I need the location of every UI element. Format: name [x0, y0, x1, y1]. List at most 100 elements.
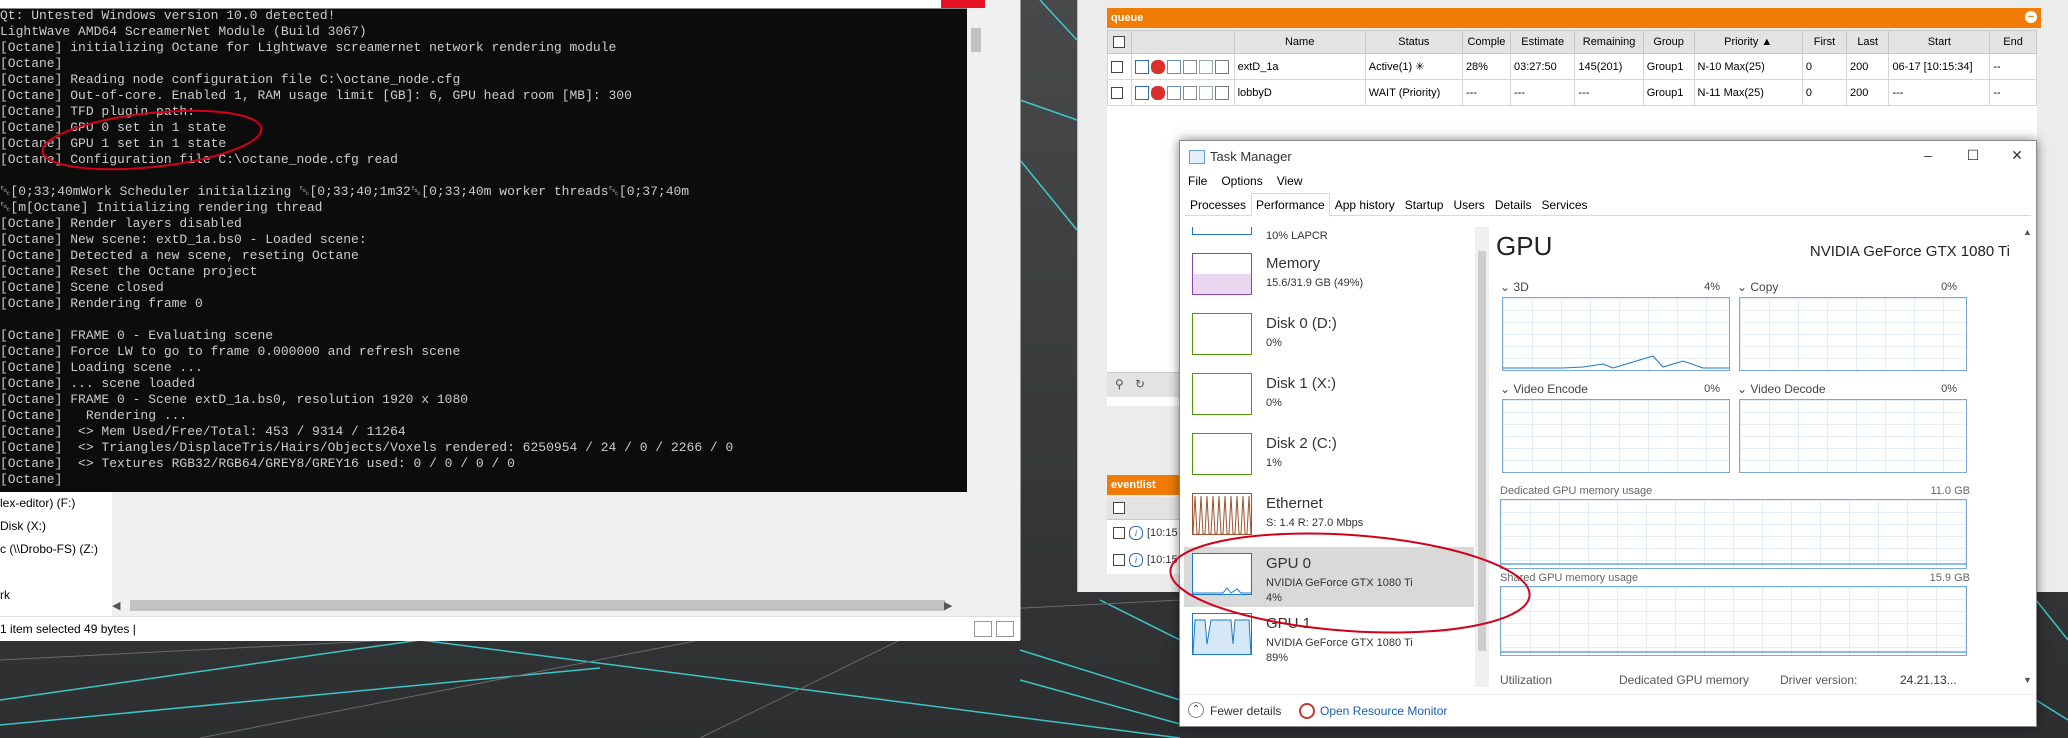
tab-processes[interactable]: Processes [1185, 193, 1251, 217]
info-icon: i [1129, 526, 1143, 540]
log-icon[interactable] [1182, 59, 1197, 74]
scroll-right-icon[interactable]: ▶ [944, 599, 952, 612]
column-header[interactable] [1130, 30, 1235, 54]
select-all-checkbox[interactable] [1113, 36, 1126, 49]
tab-details[interactable]: Details [1490, 193, 1537, 217]
minimize-icon[interactable]: – [1913, 145, 1943, 165]
resource-list-scrollbar[interactable] [1475, 227, 1489, 687]
refresh-icon[interactable]: ↻ [1135, 377, 1145, 391]
column-header[interactable]: Remaining [1574, 30, 1644, 54]
column-header[interactable]: Last [1845, 30, 1890, 54]
tab-performance[interactable]: Performance [1251, 193, 1330, 217]
row-action-icons[interactable] [1130, 53, 1235, 80]
engine-3d-label[interactable]: ⌄ 3D [1500, 280, 1529, 294]
row-checkbox-cell[interactable] [1107, 53, 1132, 80]
console-close-button[interactable] [941, 0, 985, 8]
resource-item-ethernet[interactable]: Ethernet S: 1.4 R: 27.0 Mbps [1184, 487, 1474, 547]
cpu-thumbnail [1192, 227, 1252, 235]
console-line: Qt: Untested Windows version 10.0 detect… [0, 8, 336, 23]
console-vertical-scrollbar[interactable] [967, 8, 985, 492]
row-checkbox[interactable] [1111, 86, 1123, 99]
log-icon[interactable] [1182, 85, 1197, 100]
queue-row[interactable]: lobbyD WAIT (Priority) --- --- --- Group1 N-11… [1107, 79, 2037, 106]
detail-scrollbar[interactable]: ▲ ▼ [2022, 227, 2034, 687]
resource-monitor-icon[interactable] [1299, 703, 1315, 719]
column-header[interactable]: Priority ▲ [1693, 30, 1803, 54]
stop-icon[interactable] [1150, 85, 1165, 100]
resource-scroll-thumb[interactable] [1478, 251, 1486, 651]
queue-header[interactable]: queue − [1107, 8, 2041, 28]
close-icon[interactable]: ✕ [2002, 145, 2032, 165]
search-icon[interactable]: ⚲ [1115, 377, 1124, 391]
resource-item-memory[interactable]: Memory 15.6/31.9 GB (49%) [1184, 247, 1474, 307]
info-icon: i [1129, 553, 1143, 567]
queue-cell: --- [1888, 79, 1991, 106]
select-all-checkbox[interactable] [1113, 502, 1125, 514]
chevron-up-icon[interactable]: ⌃ [1188, 702, 1204, 718]
row-action-icons[interactable] [1130, 79, 1235, 106]
column-header[interactable]: Start [1888, 30, 1991, 54]
column-header[interactable]: First [1801, 30, 1848, 54]
row-checkbox[interactable] [1113, 527, 1125, 540]
maximize-icon[interactable]: ☐ [1958, 145, 1988, 165]
task-manager-titlebar[interactable]: Task Manager – ☐ ✕ [1180, 141, 2036, 171]
console-scroll-thumb[interactable] [971, 28, 981, 52]
column-header[interactable]: Status [1364, 30, 1463, 54]
dedicated-memory-max: 11.0 GB [1930, 485, 1970, 497]
menu-item-options[interactable]: Options [1221, 171, 1262, 191]
column-header[interactable]: Estimate [1509, 30, 1576, 54]
menu-item-file[interactable]: File [1188, 171, 1207, 191]
resource-item-cpu-partial[interactable]: 10% LAPCR [1184, 227, 1474, 247]
resource-item-disk-2-c[interactable]: Disk 2 (C:) 1% [1184, 427, 1474, 487]
row-checkbox[interactable] [1111, 60, 1123, 73]
nav-pane-item[interactable]: lex-editor) (F:) [0, 492, 112, 515]
menu-item-view[interactable]: View [1277, 171, 1303, 191]
resource-item-disk-0-d[interactable]: Disk 0 (D:) 0% [1184, 307, 1474, 367]
gpu-model: NVIDIA GeForce GTX 1080 Ti [1809, 243, 2010, 260]
edit-icon[interactable] [1214, 59, 1229, 74]
console-line: [Octane] <> Textures RGB32/RGB64/GREY8/G… [0, 456, 515, 471]
preview-icon[interactable] [1198, 59, 1213, 74]
tab-services[interactable]: Services [1537, 193, 1593, 217]
nav-pane-item[interactable] [0, 561, 112, 584]
scroll-down-icon[interactable]: ▼ [2023, 675, 2032, 685]
edit-icon[interactable] [1214, 85, 1229, 100]
collapse-icon[interactable]: − [2025, 11, 2037, 23]
queue-cell: Group1 [1642, 79, 1695, 106]
layers-icon[interactable] [1166, 85, 1181, 100]
row-checkbox[interactable] [1113, 554, 1125, 567]
open-resource-monitor-link[interactable]: Open Resource Monitor [1320, 704, 1447, 718]
preview-icon[interactable] [1198, 85, 1213, 100]
explorer-horizontal-scrollbar[interactable]: ◀ ▶ [112, 596, 1020, 616]
job-settings-icon[interactable] [1134, 85, 1149, 100]
resource-item-disk-1-x[interactable]: Disk 1 (X:) 0% [1184, 367, 1474, 427]
row-checkbox-cell[interactable] [1107, 79, 1132, 106]
resource-item-gpu-1[interactable]: GPU 1 NVIDIA GeForce GTX 1080 Ti 89% [1184, 607, 1474, 667]
engine-decode-label[interactable]: ⌄ Video Decode [1737, 382, 1826, 396]
engine-encode-label[interactable]: ⌄ Video Encode [1500, 382, 1588, 396]
job-settings-icon[interactable] [1134, 59, 1149, 74]
select-all-checkbox-header[interactable] [1107, 30, 1132, 54]
resource-item-gpu-0[interactable]: GPU 0 NVIDIA GeForce GTX 1080 Ti 4% [1184, 547, 1474, 607]
tab-startup[interactable]: Startup [1400, 193, 1449, 217]
nav-pane-item[interactable]: rk [0, 584, 112, 607]
nav-pane-item[interactable]: Disk (X:) [0, 515, 112, 538]
tiles-view-icon[interactable] [996, 621, 1014, 637]
stop-icon[interactable] [1150, 59, 1165, 74]
tab-app-history[interactable]: App history [1330, 193, 1400, 217]
scroll-left-icon[interactable]: ◀ [112, 599, 120, 612]
column-header[interactable]: Comple [1461, 30, 1511, 54]
scroll-up-icon[interactable]: ▲ [2023, 227, 2032, 237]
tab-users[interactable]: Users [1448, 193, 1489, 217]
fewer-details-link[interactable]: Fewer details [1210, 704, 1281, 718]
column-header[interactable]: Name [1233, 30, 1366, 54]
hscroll-thumb[interactable] [130, 600, 945, 611]
column-header[interactable]: End [1989, 30, 2037, 54]
details-view-icon[interactable] [974, 621, 992, 637]
column-header[interactable]: Group [1642, 30, 1695, 54]
resource-name: Disk 2 (C:) [1266, 435, 1337, 452]
layers-icon[interactable] [1166, 59, 1181, 74]
nav-pane-item[interactable]: c (\\Drobo-FS) (Z:) [0, 538, 112, 561]
engine-copy-label[interactable]: ⌄ Copy [1737, 280, 1778, 294]
queue-row[interactable]: extD_1a Active(1) ✳ 28% 03:27:50 145(201) Gro… [1107, 53, 2037, 80]
